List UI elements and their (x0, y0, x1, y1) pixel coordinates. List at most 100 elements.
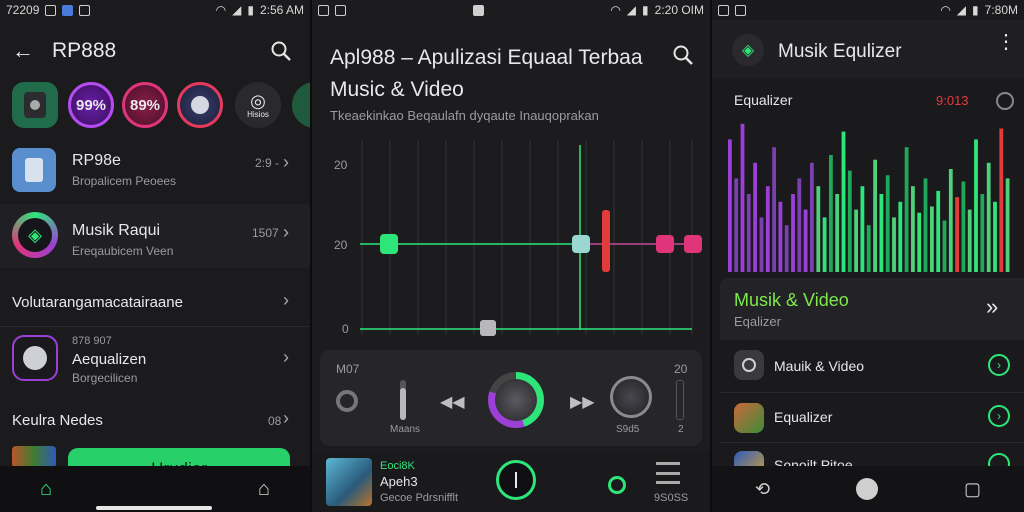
list-item[interactable]: Sonoilt Pitoe (720, 442, 1024, 468)
spectrum-bar (835, 194, 840, 272)
home-button-icon[interactable] (856, 478, 879, 500)
spectrum-bar (911, 186, 915, 272)
play-knob[interactable] (488, 372, 544, 428)
list-item[interactable]: ◈ Musik Raqui Ereqaubicem Veen 1507 › (0, 204, 310, 268)
eq-band-handle[interactable] (572, 235, 590, 253)
more-vert-icon[interactable]: ⋮ (996, 32, 1016, 52)
list-item[interactable]: Mauik & Video › (720, 340, 1024, 392)
spectrum-bar (930, 206, 934, 272)
spectrum-bar (829, 155, 833, 272)
loop-icon[interactable] (336, 390, 358, 412)
eq-band-handle[interactable] (380, 234, 398, 254)
status-time: 72209 (6, 3, 40, 17)
notification-icon (318, 4, 329, 16)
rewind-icon[interactable]: ◀◀ (440, 392, 465, 412)
spectrum-bar (791, 194, 795, 272)
now-playing-bar[interactable]: Eoci8K Apeh3 Gecoe Pdrsnifflt 9S0SS (312, 452, 710, 512)
home-icon[interactable]: ⌂ (40, 478, 52, 501)
list-item[interactable]: Keulra Nedes 08 › (0, 400, 310, 440)
section-card[interactable]: Musik & Video Eqalizer » (720, 278, 1024, 340)
app-screen-center: ◠ ◢ ▮ 2:20 OIM Apl988 – Apulizasi Equaal… (312, 0, 710, 512)
eq-band-handle[interactable] (656, 235, 674, 253)
spectrum-bar (847, 170, 852, 272)
chevron-right-icon: › (283, 408, 289, 428)
list-item[interactable]: Equalizer › (720, 392, 1024, 442)
battery-icon: ▮ (972, 3, 979, 17)
chip-treble-level[interactable]: 89% (122, 82, 168, 128)
equalizer-thumb-icon (734, 403, 764, 433)
spectrum-bar (923, 178, 928, 272)
signal-icon: ◢ (232, 3, 242, 17)
track-duration: 9S0SS (654, 492, 689, 504)
chevron-right-icon: › (283, 347, 289, 367)
list-item[interactable]: Volutarangamacatairaane › (0, 280, 310, 324)
list-item-title: Musik Raqui (72, 222, 161, 239)
list-item[interactable]: 878 907 Aequalizen Borgecilicen › (0, 326, 310, 392)
spectrum-bar (955, 197, 959, 272)
app-title: Musik Equlizer (778, 41, 902, 62)
spectrum-bar (866, 225, 871, 272)
spectrum-bar (822, 217, 827, 272)
level-meter (676, 380, 684, 420)
meter-label: 2 (678, 424, 684, 435)
back-arrow-icon[interactable]: ← (12, 38, 34, 64)
spectrum-bar (734, 178, 739, 272)
double-chevron-icon[interactable]: » (986, 294, 998, 320)
gain-knob[interactable] (610, 376, 652, 418)
chip-more[interactable] (292, 82, 310, 128)
controls-left-label: M07 (336, 362, 360, 376)
list-item-meta: 1507 (252, 226, 279, 240)
fast-forward-icon[interactable]: ▶▶ (570, 392, 595, 412)
search-icon[interactable] (270, 40, 292, 62)
chevron-right-icon: › (988, 354, 1010, 376)
device-icon (12, 148, 56, 192)
app-screen-left: 72209 ◠ ◢ ▮ 2:56 AM ← RP888 99% 89% ◎ Hi… (0, 0, 310, 512)
spectrum-bar (892, 217, 896, 272)
list-item-meta: 2:9 - (255, 156, 280, 170)
spectrum-bar (1005, 178, 1010, 272)
list-item[interactable]: RP98e Bropalicem Peoees 2:9 - › (0, 140, 310, 200)
list-item-overline: 878 907 (72, 335, 112, 347)
album-art (326, 458, 372, 506)
chip-headphones[interactable]: ◎ Hisios (235, 82, 281, 128)
repeat-icon[interactable] (608, 476, 626, 494)
volume-slider[interactable] (400, 380, 406, 420)
battery-icon: ▮ (247, 3, 254, 17)
chip-shield[interactable] (177, 82, 223, 128)
play-pause-button[interactable] (496, 460, 536, 500)
settings-icon[interactable] (996, 92, 1014, 110)
app-header: ◈ Musik Equlizer ⋮ (712, 20, 1024, 78)
eq-band-handle[interactable] (480, 320, 496, 336)
spectrum-bar (740, 123, 745, 272)
chip-label: 99% (75, 96, 107, 114)
controls-right-label: 20 (674, 362, 688, 376)
page-title: Apl988 – Apulizasi Equaal Terbaa Music &… (330, 46, 643, 101)
spectrum-bar (879, 194, 884, 272)
chevron-right-icon: › (283, 290, 289, 310)
eq-band-handle[interactable] (684, 235, 702, 253)
search-icon[interactable] (672, 44, 694, 66)
menu-icon[interactable] (656, 462, 680, 484)
wifi-icon: ◠ (940, 3, 951, 17)
spectrum-bar (961, 181, 966, 272)
wifi-icon: ◠ (215, 3, 227, 17)
gesture-bar (96, 506, 212, 510)
app-icon (62, 4, 74, 16)
store-icon[interactable]: ⌂ (258, 478, 270, 501)
chip-bass-level[interactable]: 99% (68, 82, 114, 128)
equalizer-graph[interactable] (312, 140, 710, 340)
spectrum-bar (803, 209, 808, 272)
spectrum-bar (728, 139, 732, 272)
chip-label: Hisios (247, 109, 269, 119)
list-item-title: Volutarangamacatairaane (12, 294, 183, 311)
chip-speaker[interactable] (12, 82, 58, 128)
chevron-right-icon: › (283, 152, 289, 172)
spectrum-bar (980, 194, 985, 272)
chip-label: 89% (129, 96, 161, 114)
recents-icon[interactable]: ⟲ (755, 479, 770, 500)
list-item-meta: 08 (268, 414, 282, 428)
spectrum-bar (936, 190, 941, 272)
back-icon[interactable]: ▢ (964, 479, 981, 500)
eq-y-label: 0 (342, 322, 349, 336)
track-artist: Gecoe Pdrsnifflt (380, 492, 459, 504)
